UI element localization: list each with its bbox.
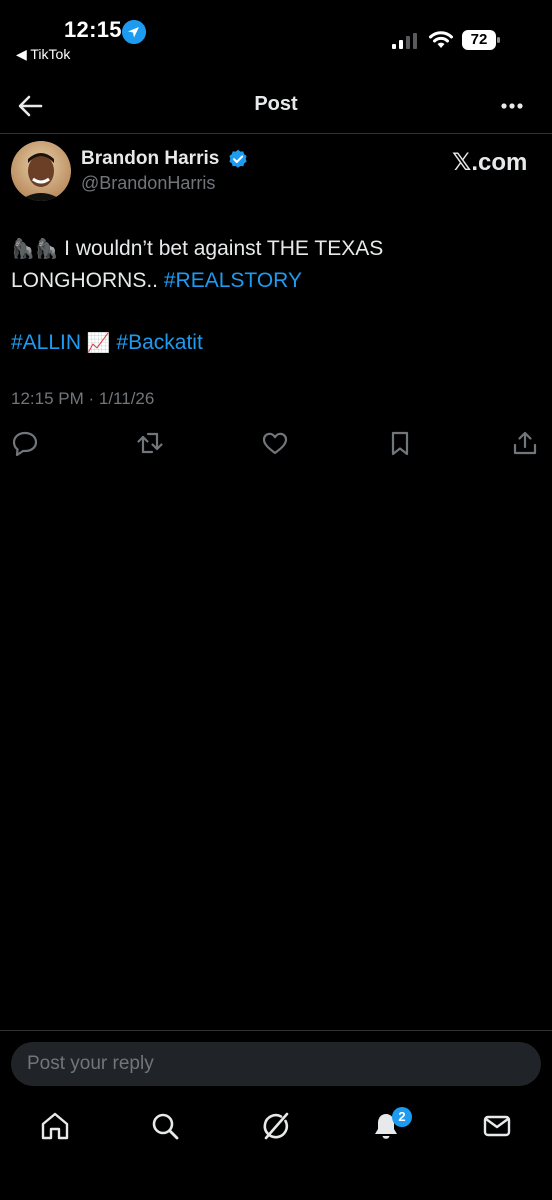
home-icon[interactable] [39,1110,71,1142]
share-icon[interactable] [510,428,540,458]
header-divider [0,133,552,134]
author-name[interactable]: Brandon Harris [81,148,219,170]
more-options-icon[interactable] [496,92,528,120]
location-arrow-icon [122,20,146,44]
status-time: 12:15 [64,17,122,42]
messages-icon[interactable] [481,1110,513,1142]
chart-emoji: 📈 [86,333,111,354]
verified-badge-icon [229,149,247,168]
battery-indicator: 72 [462,30,500,50]
author-handle[interactable]: @BrandonHarris [81,173,215,194]
post-body: 🦍🦍 I wouldn’t bet against THE TEXAS LONG… [11,233,531,359]
hashtag-link[interactable]: #Backatit [116,331,202,354]
post-timestamp: 12:15 PM · 1/11/26 [11,389,155,408]
like-icon[interactable] [260,428,290,458]
bookmark-icon[interactable] [385,428,415,458]
hashtag-link[interactable]: #ALLIN [11,331,81,354]
wifi-icon [429,31,453,48]
reply-placeholder: Post your reply [27,1053,154,1074]
grok-icon[interactable] [260,1110,292,1142]
battery-percent: 72 [470,31,488,48]
reply-icon[interactable] [10,428,40,458]
author-avatar[interactable] [11,141,71,201]
repost-icon[interactable] [135,428,165,458]
gorilla-emoji: 🦍🦍 [11,239,59,260]
back-to-app-link[interactable]: ◀ TikTok [16,46,70,63]
x-com-label: 𝕏.com [452,149,528,176]
search-icon[interactable] [149,1110,181,1142]
reply-divider [0,1030,552,1031]
hashtag-link[interactable]: #REALSTORY [164,269,302,292]
page-title: Post [254,93,298,115]
notification-badge: 2 [392,1107,412,1127]
cellular-signal-icon [392,33,417,49]
